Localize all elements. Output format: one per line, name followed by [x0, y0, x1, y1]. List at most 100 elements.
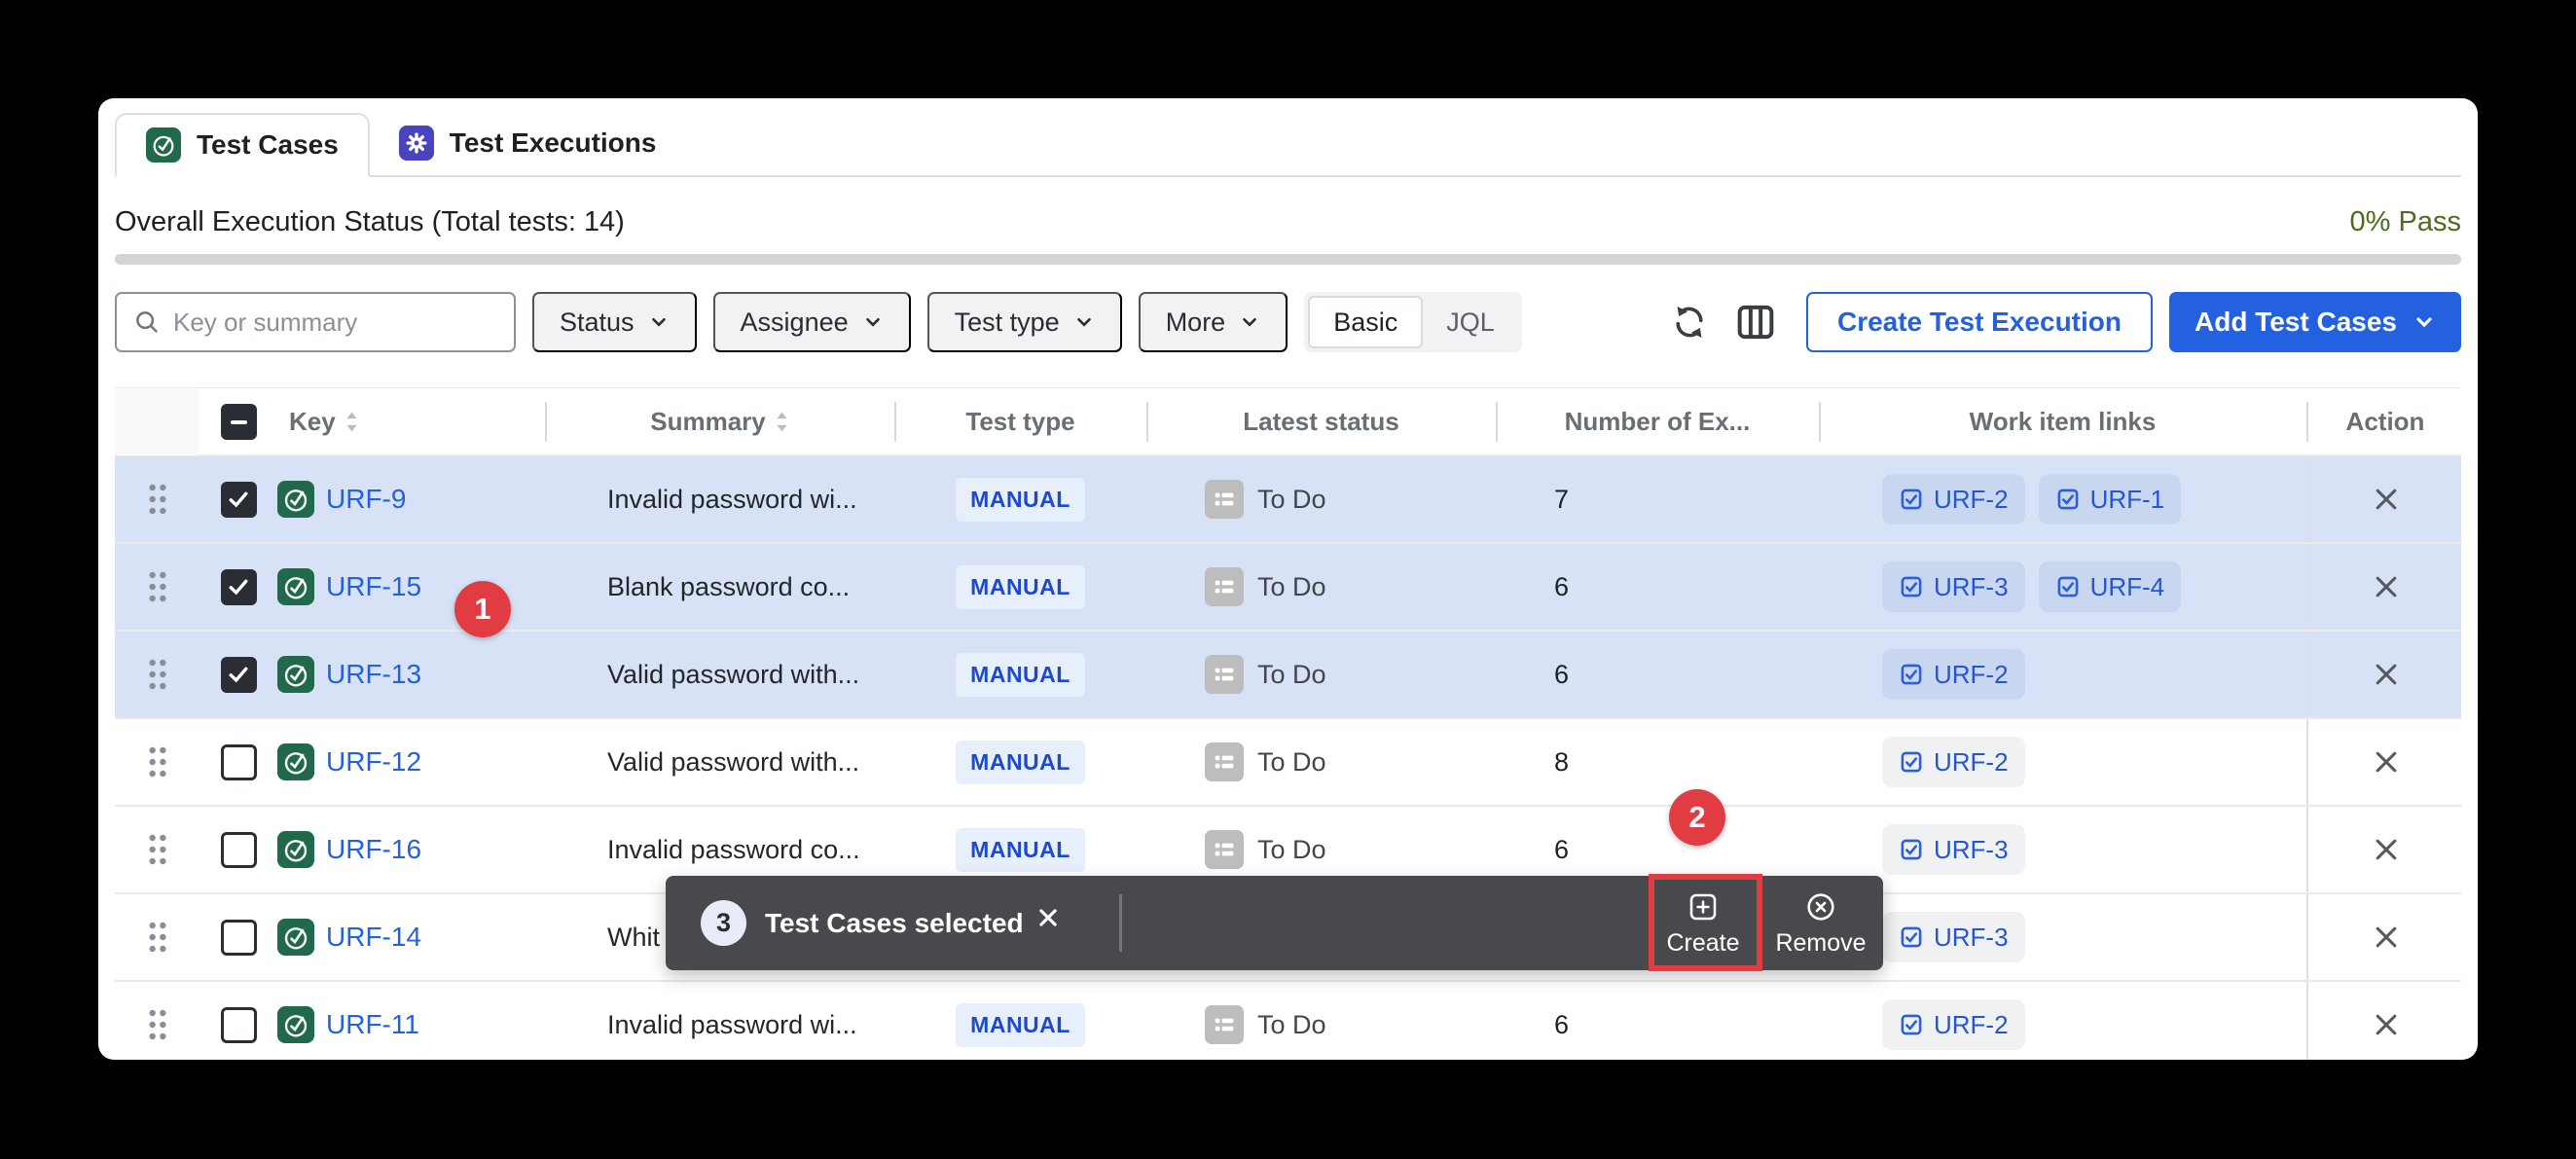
column-header-summary[interactable]: Summary [545, 388, 894, 455]
test-case-key-link[interactable]: URF-13 [326, 659, 421, 690]
work-item-link-chip[interactable]: URF-3 [1882, 824, 2025, 875]
refresh-button[interactable] [1670, 303, 1709, 342]
test-case-key-link[interactable]: URF-9 [326, 484, 406, 515]
test-case-key-link[interactable]: URF-12 [326, 746, 421, 778]
close-icon [2371, 659, 2402, 690]
remove-row-button[interactable] [2371, 659, 2402, 690]
selection-toolbar: 3 Test Cases selected Create Remove [666, 876, 1883, 970]
tab-label: Test Executions [450, 127, 657, 159]
linked-checkbox-icon [1899, 924, 1924, 950]
status-filter-dropdown[interactable]: Status [532, 292, 697, 352]
add-test-cases-label: Add Test Cases [2195, 307, 2397, 338]
column-header-key[interactable]: Key [277, 388, 545, 455]
create-button[interactable]: Create [1651, 876, 1756, 970]
filter-toolbar: Status Assignee Test type More Basic [115, 288, 2461, 356]
summary-text: Valid password with... [607, 660, 859, 690]
remove-row-button[interactable] [2371, 1009, 2402, 1040]
drag-handle-icon[interactable] [146, 742, 169, 781]
dropdown-label: Status [560, 308, 635, 338]
work-item-link-chip[interactable]: URF-3 [1882, 561, 2025, 612]
row-checkbox[interactable] [221, 482, 257, 518]
toggle-jql[interactable]: JQL [1423, 296, 1518, 348]
test-type-badge: MANUAL [956, 653, 1085, 697]
status-todo-icon [1205, 655, 1244, 694]
test-case-icon [277, 1006, 314, 1043]
work-item-link-chip[interactable]: URF-2 [1882, 649, 2025, 700]
remove-row-button[interactable] [2371, 746, 2402, 778]
table-header: Key Summary Test type [115, 387, 2461, 454]
row-checkbox[interactable] [221, 744, 257, 780]
pass-rate-label: 0% Pass [2350, 206, 2461, 238]
close-icon [2371, 922, 2402, 953]
work-item-link-chip[interactable]: URF-1 [2039, 474, 2182, 525]
clear-selection-button[interactable] [1035, 905, 1061, 933]
remove-row-button[interactable] [2371, 484, 2402, 515]
test-type-badge: MANUAL [956, 828, 1085, 872]
remove-button-label: Remove [1775, 929, 1866, 958]
test-type-badge: MANUAL [956, 741, 1085, 784]
close-icon [2371, 746, 2402, 778]
drag-handle-icon[interactable] [146, 480, 169, 519]
work-item-link-chip[interactable]: URF-2 [1882, 737, 2025, 787]
test-case-icon [277, 568, 314, 605]
drag-handle-icon[interactable] [146, 567, 169, 606]
test-case-key-link[interactable]: URF-16 [326, 834, 421, 865]
remove-button[interactable]: Remove [1763, 876, 1878, 970]
tab-label: Test Cases [197, 129, 339, 161]
test-type-filter-dropdown[interactable]: Test type [927, 292, 1122, 352]
more-filter-dropdown[interactable]: More [1139, 292, 1288, 352]
linked-checkbox-icon [1899, 574, 1924, 599]
search-input[interactable] [173, 308, 498, 338]
work-item-link-label: URF-1 [2090, 485, 2165, 515]
drag-handle-icon[interactable] [146, 1005, 169, 1044]
row-checkbox[interactable] [221, 657, 257, 693]
dropdown-label: Assignee [741, 308, 849, 338]
drag-handle-icon[interactable] [146, 655, 169, 694]
remove-row-button[interactable] [2371, 922, 2402, 953]
test-case-icon [277, 656, 314, 693]
search-icon [132, 308, 162, 337]
test-case-key-link[interactable]: URF-15 [326, 571, 421, 602]
status-label: To Do [1257, 835, 1326, 865]
drag-handle-icon[interactable] [146, 830, 169, 869]
drag-handle-icon[interactable] [146, 918, 169, 957]
tab-test-cases[interactable]: Test Cases [115, 113, 370, 177]
assignee-filter-dropdown[interactable]: Assignee [713, 292, 911, 352]
work-item-link-label: URF-2 [1934, 485, 2009, 515]
work-item-link-chip[interactable]: URF-2 [1882, 999, 2025, 1050]
status-todo-icon [1205, 567, 1244, 606]
toggle-basic[interactable]: Basic [1308, 296, 1423, 348]
linked-checkbox-icon [2055, 574, 2081, 599]
dropdown-label: Test type [955, 308, 1060, 338]
work-item-link-label: URF-3 [1934, 572, 2009, 602]
tab-test-executions[interactable]: Test Executions [370, 111, 686, 175]
status-label: To Do [1257, 572, 1326, 602]
remove-row-button[interactable] [2371, 834, 2402, 865]
query-mode-toggle: Basic JQL [1304, 292, 1522, 352]
executions-count: 6 [1554, 660, 1569, 690]
row-checkbox[interactable] [221, 832, 257, 868]
row-checkbox[interactable] [221, 920, 257, 956]
work-item-link-chip[interactable]: URF-4 [2039, 561, 2182, 612]
linked-checkbox-icon [1899, 749, 1924, 775]
row-checkbox[interactable] [221, 1007, 257, 1043]
work-item-link-chip[interactable]: URF-2 [1882, 474, 2025, 525]
test-case-key-link[interactable]: URF-11 [326, 1009, 419, 1040]
table-row: URF-13 Valid password with... MANUAL To … [115, 630, 2461, 717]
remove-row-button[interactable] [2371, 571, 2402, 602]
work-item-links-cell: URF-3 URF-4 [1819, 544, 2306, 630]
test-check-icon [146, 127, 181, 163]
columns-button[interactable] [1735, 302, 1776, 343]
work-item-link-chip[interactable]: URF-3 [1882, 912, 2025, 962]
close-icon [2371, 484, 2402, 515]
test-case-key-link[interactable]: URF-14 [326, 922, 421, 953]
select-all-checkbox[interactable] [221, 404, 257, 440]
work-item-links-cell: URF-2 [1819, 632, 2306, 717]
summary-text: Valid password with... [607, 747, 859, 778]
test-case-icon [277, 743, 314, 780]
work-item-link-label: URF-3 [1934, 835, 2009, 865]
row-checkbox[interactable] [221, 569, 257, 605]
add-test-cases-button[interactable]: Add Test Cases [2169, 292, 2461, 352]
create-test-execution-button[interactable]: Create Test Execution [1806, 292, 2153, 352]
summary-text: Invalid password wi... [607, 1010, 857, 1040]
